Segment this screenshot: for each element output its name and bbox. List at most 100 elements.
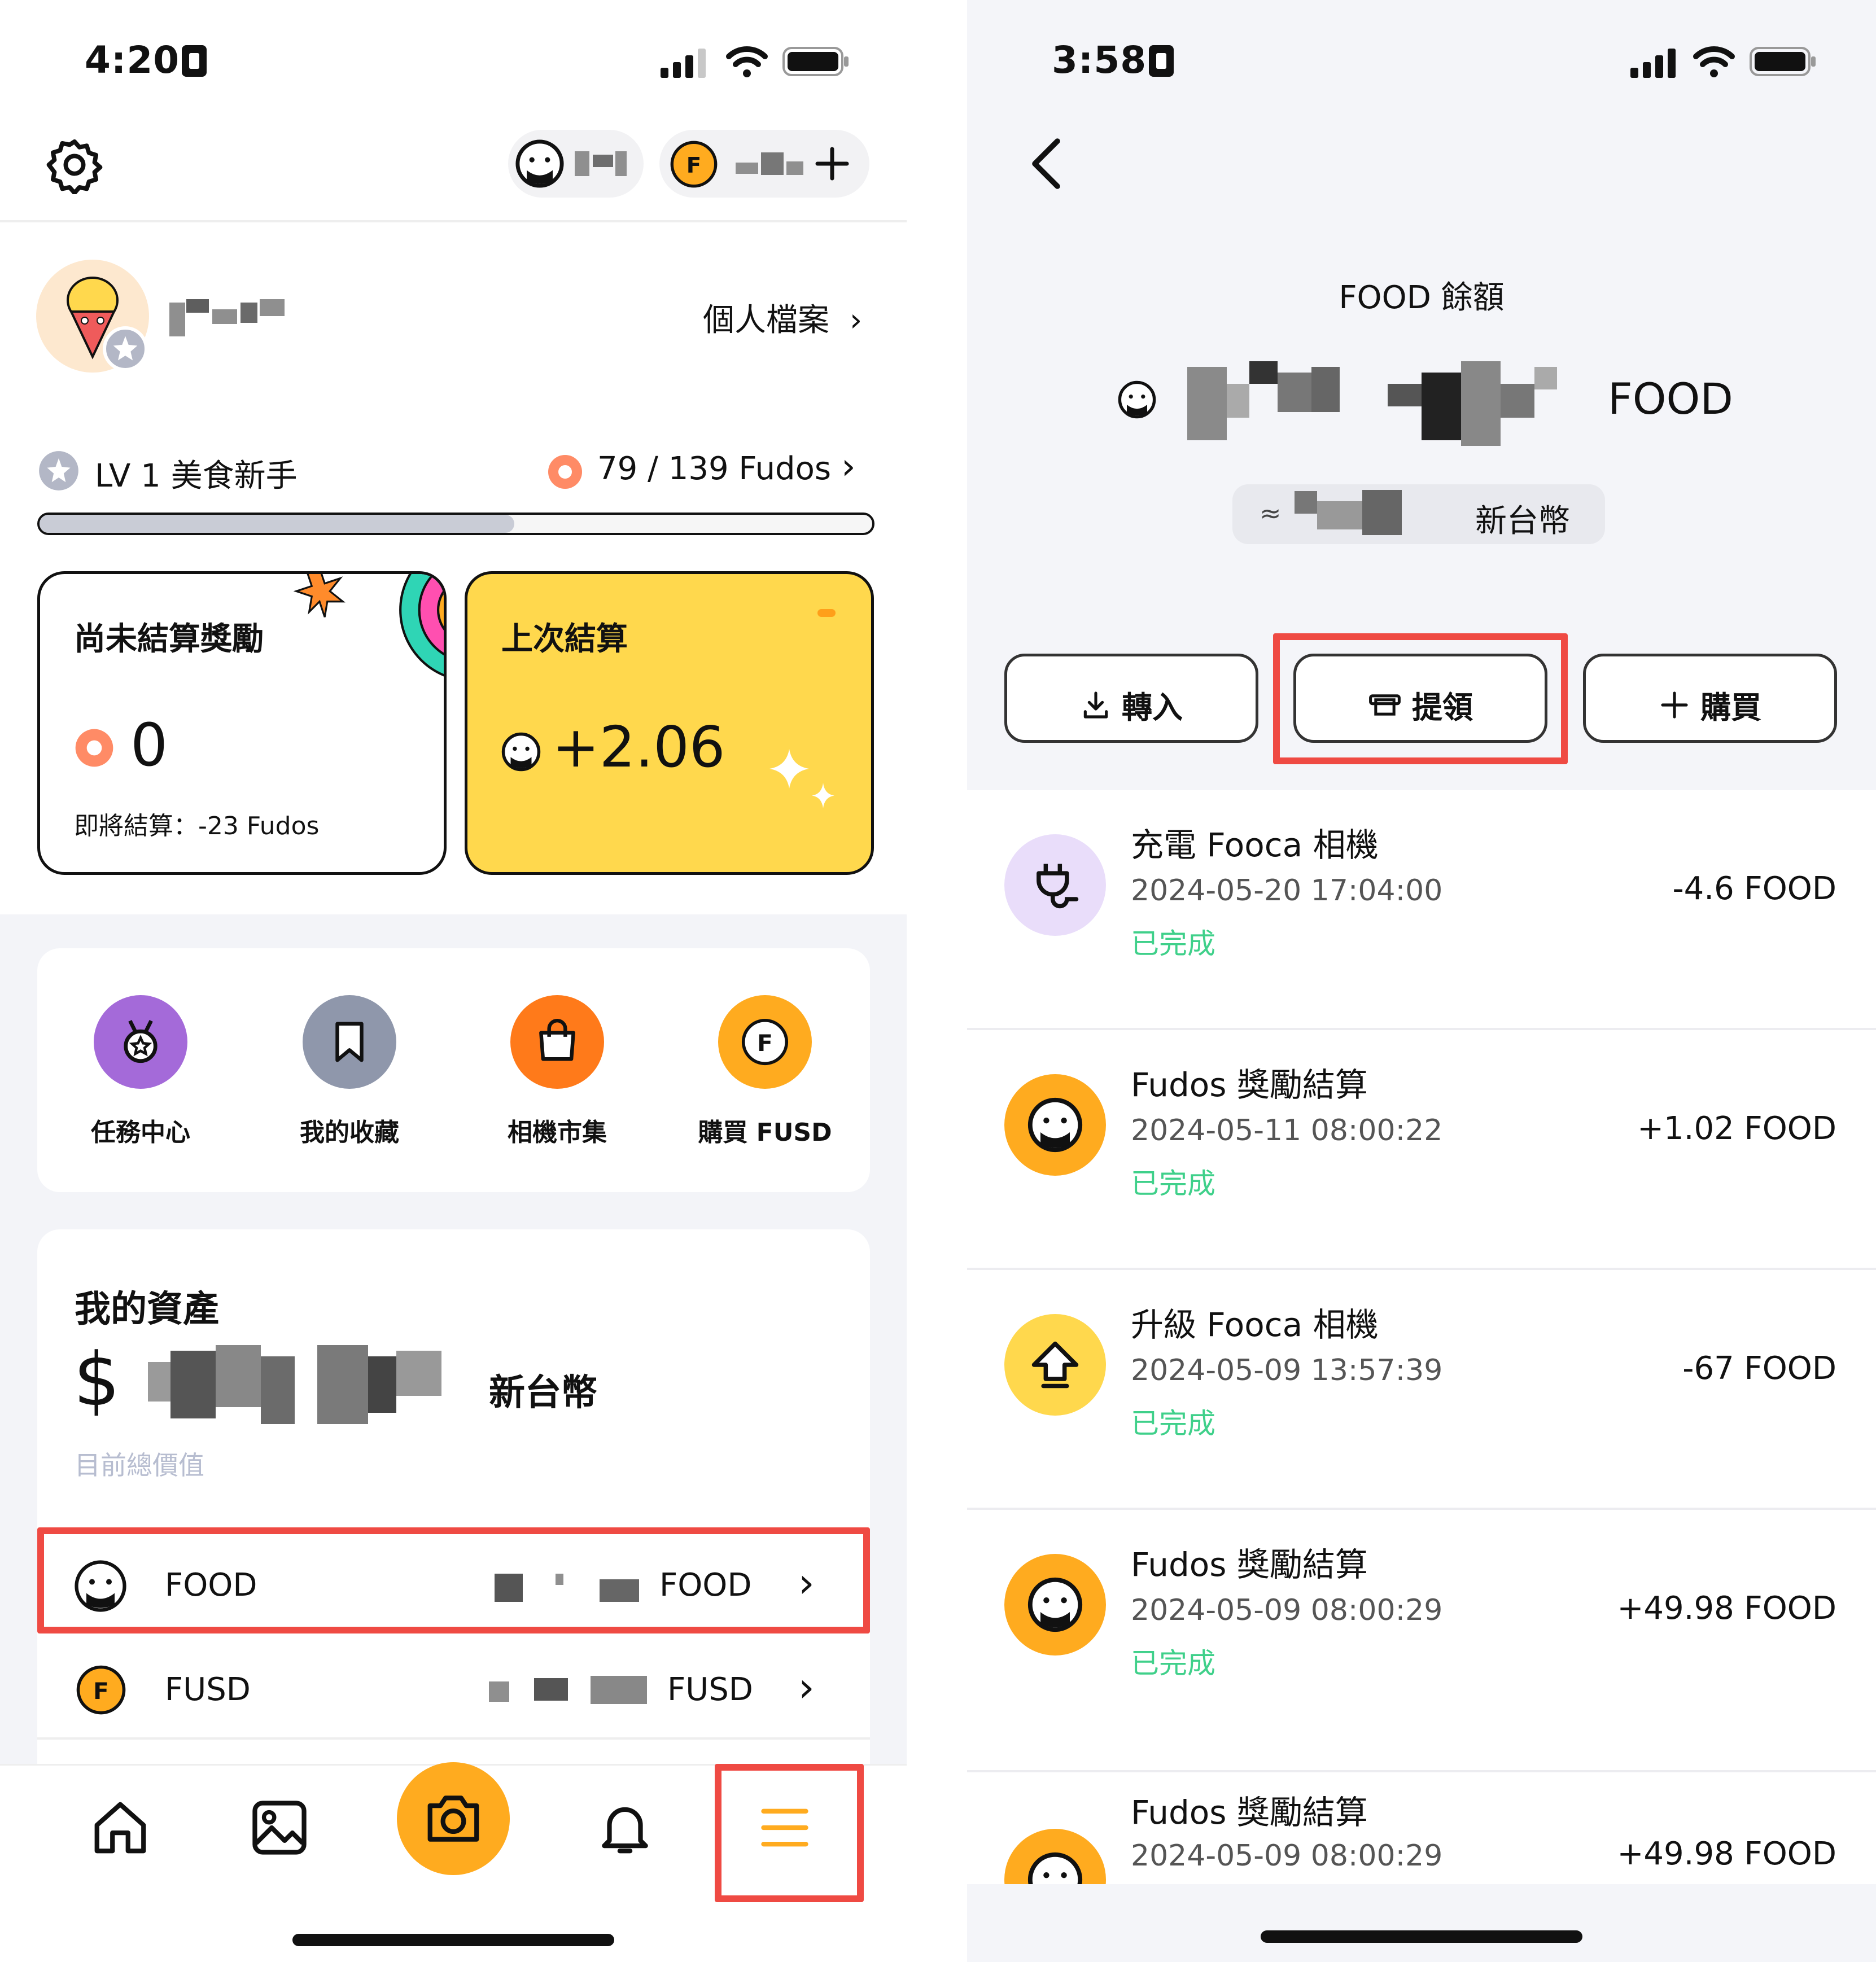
transaction-row[interactable]: Fudos 獎勵結算 2024-05-09 08:00:29 +49.98 FO…	[967, 1772, 1876, 1884]
sparkle-icon	[769, 749, 834, 808]
censored-value	[1295, 491, 1317, 514]
transaction-status: 已完成	[1131, 1647, 1215, 1680]
buy-button[interactable]: 購買	[1583, 654, 1837, 743]
transaction-date: 2024-05-20 17:04:00	[1131, 874, 1443, 908]
censored-value	[575, 151, 589, 176]
food-balance-pill[interactable]	[508, 130, 644, 198]
transaction-date: 2024-05-09 13:57:39	[1131, 1354, 1443, 1387]
level-progress-fill	[40, 515, 514, 533]
censored-value	[489, 1681, 509, 1702]
transaction-row[interactable]: Fudos 獎勵結算 2024-05-11 08:00:22 已完成 +1.02…	[967, 1030, 1876, 1270]
chevron-right-icon[interactable]: ›	[841, 446, 856, 488]
asset-row-fusd[interactable]: F FUSD FUSD ›	[37, 1639, 870, 1740]
battery-icon	[782, 47, 849, 76]
last-card-title: 上次結算	[501, 621, 628, 658]
assets-title: 我的資產	[75, 1289, 219, 1330]
profile-link[interactable]: 個人檔案 ›	[703, 295, 862, 340]
food-token-icon	[501, 732, 541, 772]
dash-decoration	[817, 609, 836, 617]
transaction-amount: +49.98 FOOD	[1617, 1590, 1836, 1627]
food-face-icon	[1004, 1829, 1106, 1884]
signal-icon	[661, 49, 706, 78]
home-indicator	[1261, 1930, 1582, 1943]
balance-title: FOOD 餘額	[1339, 279, 1505, 316]
unsettled-rewards-card[interactable]: 尚未結算獎勵 0 即將結算：-23 Fudos	[37, 571, 447, 875]
currency-unit: 新台幣	[489, 1372, 597, 1414]
home-icon[interactable]	[89, 1797, 151, 1859]
sim-icon	[1149, 45, 1174, 77]
add-plus-icon[interactable]	[813, 144, 851, 183]
shortcut-label: 購買 FUSD	[698, 1118, 832, 1147]
transaction-amount: +49.98 FOOD	[1617, 1836, 1836, 1872]
transaction-title: 升級 Fooca 相機	[1131, 1306, 1379, 1344]
transaction-amount: -4.6 FOOD	[1672, 870, 1836, 907]
unsettled-note: 即將結算：-23 Fudos	[74, 812, 320, 840]
signal-icon	[1630, 49, 1676, 78]
shortcut-tasks[interactable]	[94, 995, 187, 1089]
transaction-row[interactable]: Fudos 獎勵結算 2024-05-09 08:00:29 已完成 +49.9…	[967, 1510, 1876, 1772]
transaction-row[interactable]: 升級 Fooca 相機 2024-05-09 13:57:39 已完成 -67 …	[967, 1270, 1876, 1510]
asset-unit: FUSD	[667, 1671, 753, 1708]
home-indicator	[292, 1934, 614, 1946]
fiat-value-pill: ≈ 新台幣	[1232, 484, 1605, 544]
transaction-row[interactable]: 充電 Fooca 相機 2024-05-20 17:04:00 已完成 -4.6…	[967, 790, 1876, 1030]
upgrade-arrow-icon	[1004, 1314, 1106, 1416]
transaction-title: Fudos 獎勵結算	[1131, 1066, 1368, 1104]
shortcut-market[interactable]	[510, 995, 604, 1089]
left-phone-screen: 4:20 F 個人檔案 › LV 1 美食新手 79 / 139 Fudos ›…	[0, 0, 907, 1962]
fudos-donut-icon	[75, 729, 113, 767]
back-arrow-icon[interactable]	[1024, 135, 1069, 192]
highlight-menu-tab	[715, 1764, 864, 1902]
unsettled-card-title: 尚未結算獎勵	[74, 621, 264, 658]
plus-icon	[1661, 691, 1688, 719]
buy-label: 購買	[1700, 690, 1761, 725]
bell-icon[interactable]	[594, 1797, 656, 1859]
rainbow-decoration-icon	[399, 574, 444, 677]
transaction-title: Fudos 獎勵結算	[1131, 1545, 1368, 1584]
transaction-status: 已完成	[1131, 1167, 1215, 1200]
chevron-right-icon: ›	[798, 1663, 815, 1711]
plug-icon	[1004, 834, 1106, 936]
svg-text:F: F	[93, 1678, 109, 1705]
transaction-status: 已完成	[1131, 1407, 1215, 1440]
fusd-balance-pill[interactable]: F	[659, 130, 869, 198]
avatar[interactable]	[36, 260, 149, 373]
transaction-amount: -67 FOOD	[1682, 1350, 1836, 1387]
level-label: LV 1 美食新手	[95, 458, 298, 494]
camera-icon	[427, 1795, 479, 1842]
shortcut-favorites[interactable]	[303, 995, 396, 1089]
transaction-title: 充電 Fooca 相機	[1131, 826, 1379, 864]
chevron-right-icon: ›	[849, 302, 863, 339]
deposit-button[interactable]: 轉入	[1004, 654, 1258, 743]
assets-panel: 我的資產 $ 新台幣 目前總價值 FOOD FOOD › F FUSD FUSD…	[37, 1229, 870, 1794]
food-token-icon	[515, 139, 564, 188]
wifi-icon	[1693, 46, 1735, 77]
bookmark-icon	[335, 1022, 364, 1062]
food-face-icon	[1004, 1074, 1106, 1176]
highlight-food-row	[37, 1527, 870, 1633]
level-progress-text[interactable]: 79 / 139 Fudos	[597, 450, 831, 487]
level-badge-icon	[39, 451, 78, 490]
burst-star-icon	[293, 574, 346, 617]
shortcut-label: 任務中心	[91, 1118, 190, 1147]
status-time: 3:58	[1052, 38, 1147, 82]
shortcut-label: 我的收藏	[300, 1118, 399, 1147]
unsettled-value: 0	[130, 711, 168, 779]
shortcut-buy-fusd[interactable]: F	[718, 995, 812, 1089]
total-value-censored	[148, 1345, 464, 1430]
shortcut-panel: F 任務中心 我的收藏 相機市集 購買 FUSD	[37, 948, 870, 1192]
last-settlement-value: +2.06	[552, 714, 725, 780]
food-token-icon	[1118, 380, 1156, 419]
currency-symbol: $	[73, 1337, 120, 1422]
deposit-label: 轉入	[1122, 690, 1183, 725]
transaction-date: 2024-05-09 08:00:29	[1131, 1593, 1443, 1627]
level-progress-bar	[37, 513, 874, 535]
camera-button[interactable]	[397, 1762, 510, 1875]
last-settlement-card[interactable]: 上次結算 +2.06	[465, 571, 874, 875]
status-time: 4:20	[85, 38, 180, 82]
fusd-coin-icon: F	[741, 1018, 789, 1066]
fusd-coin-icon: F	[76, 1665, 126, 1715]
gallery-icon[interactable]	[248, 1797, 311, 1859]
status-bar: 3:58	[967, 34, 1876, 85]
settings-gear-icon[interactable]	[45, 135, 104, 194]
